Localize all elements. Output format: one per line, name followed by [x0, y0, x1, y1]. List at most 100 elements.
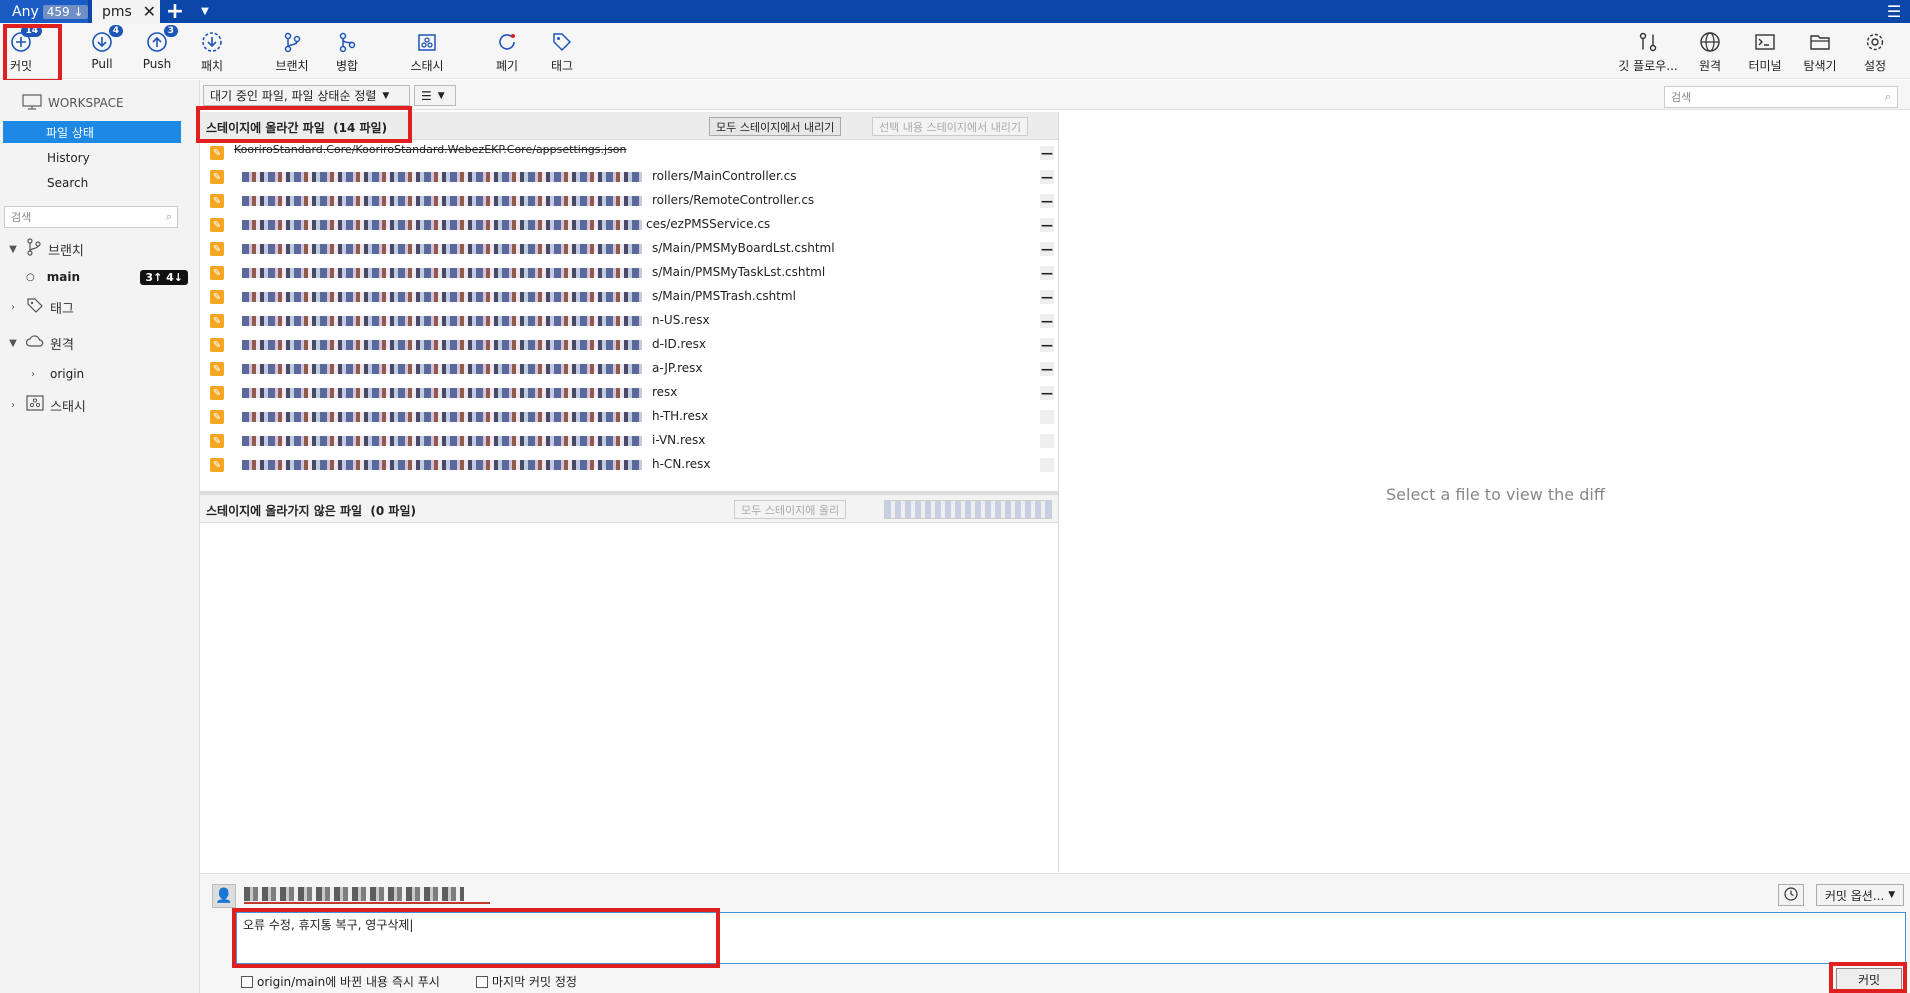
- sidebar-workspace: WORKSPACE: [0, 92, 200, 114]
- unstage-file-button[interactable]: —: [1040, 146, 1054, 160]
- unstage-file-button[interactable]: —: [1040, 242, 1054, 256]
- remotes-label: 원격: [50, 337, 74, 353]
- settings-button[interactable]: 설정: [1850, 29, 1900, 77]
- staged-file-row[interactable]: ✎ resx —: [200, 381, 1058, 405]
- staged-file-row[interactable]: ✎ h-TH.resx: [200, 405, 1058, 429]
- staged-file-row[interactable]: ✎ KooriroStandard.Core/KooriroStandard.We…: [200, 141, 1058, 165]
- unstage-file-button[interactable]: —: [1040, 218, 1054, 232]
- close-tab-icon[interactable]: ✕: [143, 2, 156, 21]
- settings-label: 설정: [1863, 59, 1887, 73]
- push-button[interactable]: 3 Push: [132, 25, 182, 77]
- explorer-label: 탐색기: [1803, 59, 1837, 73]
- staged-file-row[interactable]: ✎ n-US.resx —: [200, 309, 1058, 333]
- sidebar-section-branches[interactable]: ▼ 브랜치: [0, 238, 200, 260]
- unstage-file-button[interactable]: —: [1040, 194, 1054, 208]
- commit-history-button[interactable]: [1778, 884, 1804, 906]
- terminal-button[interactable]: 터미널: [1740, 29, 1790, 77]
- commit-options-dropdown[interactable]: 커밋 옵션... ▼: [1816, 884, 1904, 906]
- redacted-path: [242, 196, 642, 206]
- file-status-label: 파일 상태: [46, 125, 94, 140]
- list-icon: ☰: [421, 88, 432, 103]
- branch-status-badge: 3↑ 4↓: [140, 269, 188, 285]
- unstage-selected-button[interactable]: 선택 내용 스테이지에서 내리기: [872, 117, 1029, 136]
- chevron-down-icon: ▼: [9, 337, 17, 349]
- staged-file-row[interactable]: ✎ ces/ezPMSService.cs —: [200, 213, 1058, 237]
- highlight-commit-submit: [1829, 962, 1907, 993]
- pull-button[interactable]: 4 Pull: [77, 25, 127, 77]
- menu-icon[interactable]: ☰: [1884, 0, 1904, 23]
- unstage-file-button[interactable]: —: [1040, 386, 1054, 400]
- unstage-file-button[interactable]: —: [1040, 314, 1054, 328]
- redacted-path: [242, 364, 642, 374]
- sidebar-search-input[interactable]: 검색 ⌕: [4, 206, 178, 228]
- staged-file-row[interactable]: ✎ s/Main/PMSMyTaskLst.cshtml —: [200, 261, 1058, 285]
- tab-repo-label: pms: [102, 3, 132, 20]
- branch-button[interactable]: 브랜치: [267, 29, 317, 77]
- discard-button[interactable]: 폐기: [482, 29, 532, 77]
- branches-label: 브랜치: [48, 243, 84, 259]
- staged-file-row[interactable]: ✎ h-CN.resx: [200, 453, 1058, 477]
- sidebar-section-remotes[interactable]: ▼ 원격: [0, 332, 200, 354]
- staged-file-row[interactable]: ✎ d-ID.resx —: [200, 333, 1058, 357]
- fetch-button[interactable]: 패치: [187, 29, 237, 77]
- merge-button[interactable]: 병합: [322, 29, 372, 77]
- explorer-button[interactable]: 탐색기: [1795, 29, 1845, 77]
- workspace-label: WORKSPACE: [48, 96, 124, 110]
- pull-label: Pull: [91, 57, 113, 71]
- pull-icon: 4: [89, 25, 123, 55]
- stage-all-button[interactable]: 모두 스테이지에 올리: [734, 500, 847, 519]
- gear-icon: [1862, 29, 1888, 55]
- unstage-file-button[interactable]: —: [1040, 362, 1054, 376]
- add-tab-button[interactable]: +: [162, 0, 188, 24]
- highlight-commit-button: [3, 24, 62, 83]
- sort-dropdown[interactable]: 대기 중인 파일, 파일 상태순 정렬 ▼: [203, 85, 410, 106]
- staged-file-row[interactable]: ✎ i-VN.resx: [200, 429, 1058, 453]
- remote-button[interactable]: 원격: [1685, 29, 1735, 77]
- diff-divider[interactable]: [1058, 112, 1059, 872]
- file-action-placeholder: [1040, 458, 1054, 472]
- stash-button[interactable]: 스태시: [402, 29, 452, 77]
- staged-file-row[interactable]: ✎ rollers/MainController.cs —: [200, 165, 1058, 189]
- redacted-path: [242, 412, 642, 422]
- file-path: rollers/RemoteController.cs: [652, 193, 815, 207]
- file-search-input[interactable]: 검색 ⌕: [1664, 86, 1898, 108]
- sidebar-section-tags[interactable]: › 태그: [0, 296, 200, 318]
- staged-file-row[interactable]: ✎ s/Main/PMSMyBoardLst.cshtml —: [200, 237, 1058, 261]
- file-path: rollers/MainController.cs: [652, 169, 797, 183]
- avatar: 👤: [212, 884, 236, 908]
- staged-file-row[interactable]: ✎ s/Main/PMSTrash.cshtml —: [200, 285, 1058, 309]
- unstage-all-button[interactable]: 모두 스테이지에서 내리기: [709, 117, 842, 136]
- checkbox-icon: [476, 975, 488, 988]
- tab-bar: Any 459 ↓ pms ✕ + ▼ ☰: [0, 0, 1910, 24]
- tab-dropdown-icon[interactable]: ▼: [196, 0, 214, 23]
- staged-file-row[interactable]: ✎ a-JP.resx —: [200, 357, 1058, 381]
- file-path: resx: [652, 385, 678, 399]
- tag-icon: [549, 29, 575, 55]
- tag-button[interactable]: 태그: [537, 29, 587, 77]
- unstage-file-button[interactable]: —: [1040, 266, 1054, 280]
- sidebar-item-search[interactable]: Search: [0, 172, 200, 194]
- file-path: s/Main/PMSMyTaskLst.cshtml: [652, 265, 826, 279]
- sidebar-item-origin[interactable]: › origin: [0, 363, 200, 385]
- terminal-label: 터미널: [1748, 59, 1782, 73]
- stage-selected-button[interactable]: [884, 500, 1052, 519]
- filter-bar: 대기 중인 파일, 파일 상태순 정렬 ▼ ☰ ▼: [200, 80, 1910, 110]
- sidebar-item-file-status[interactable]: 파일 상태: [3, 121, 181, 143]
- chevron-right-icon: ›: [11, 301, 15, 313]
- push-immediately-checkbox[interactable]: origin/main에 바뀐 내용 즉시 푸시: [241, 973, 440, 990]
- sidebar-item-branch-main[interactable]: ○ main 3↑ 4↓: [0, 266, 200, 288]
- gitflow-button[interactable]: 깃 플로우...: [1617, 29, 1679, 77]
- view-mode-dropdown[interactable]: ☰ ▼: [414, 85, 456, 106]
- file-path: h-TH.resx: [652, 409, 709, 423]
- unstage-file-button[interactable]: —: [1040, 170, 1054, 184]
- sidebar-section-stashes[interactable]: › 스태시: [0, 394, 200, 416]
- amend-commit-checkbox[interactable]: 마지막 커밋 정정: [476, 973, 577, 990]
- tab-repo[interactable]: pms ✕: [92, 0, 160, 23]
- branch-label: 브랜치: [275, 59, 309, 73]
- sidebar-item-history[interactable]: History: [0, 147, 200, 169]
- unstage-file-button[interactable]: —: [1040, 290, 1054, 304]
- tab-any[interactable]: Any 459 ↓: [0, 0, 88, 23]
- unstage-file-button[interactable]: —: [1040, 338, 1054, 352]
- gitflow-label: 깃 플로우...: [1618, 59, 1678, 73]
- staged-file-row[interactable]: ✎ rollers/RemoteController.cs —: [200, 189, 1058, 213]
